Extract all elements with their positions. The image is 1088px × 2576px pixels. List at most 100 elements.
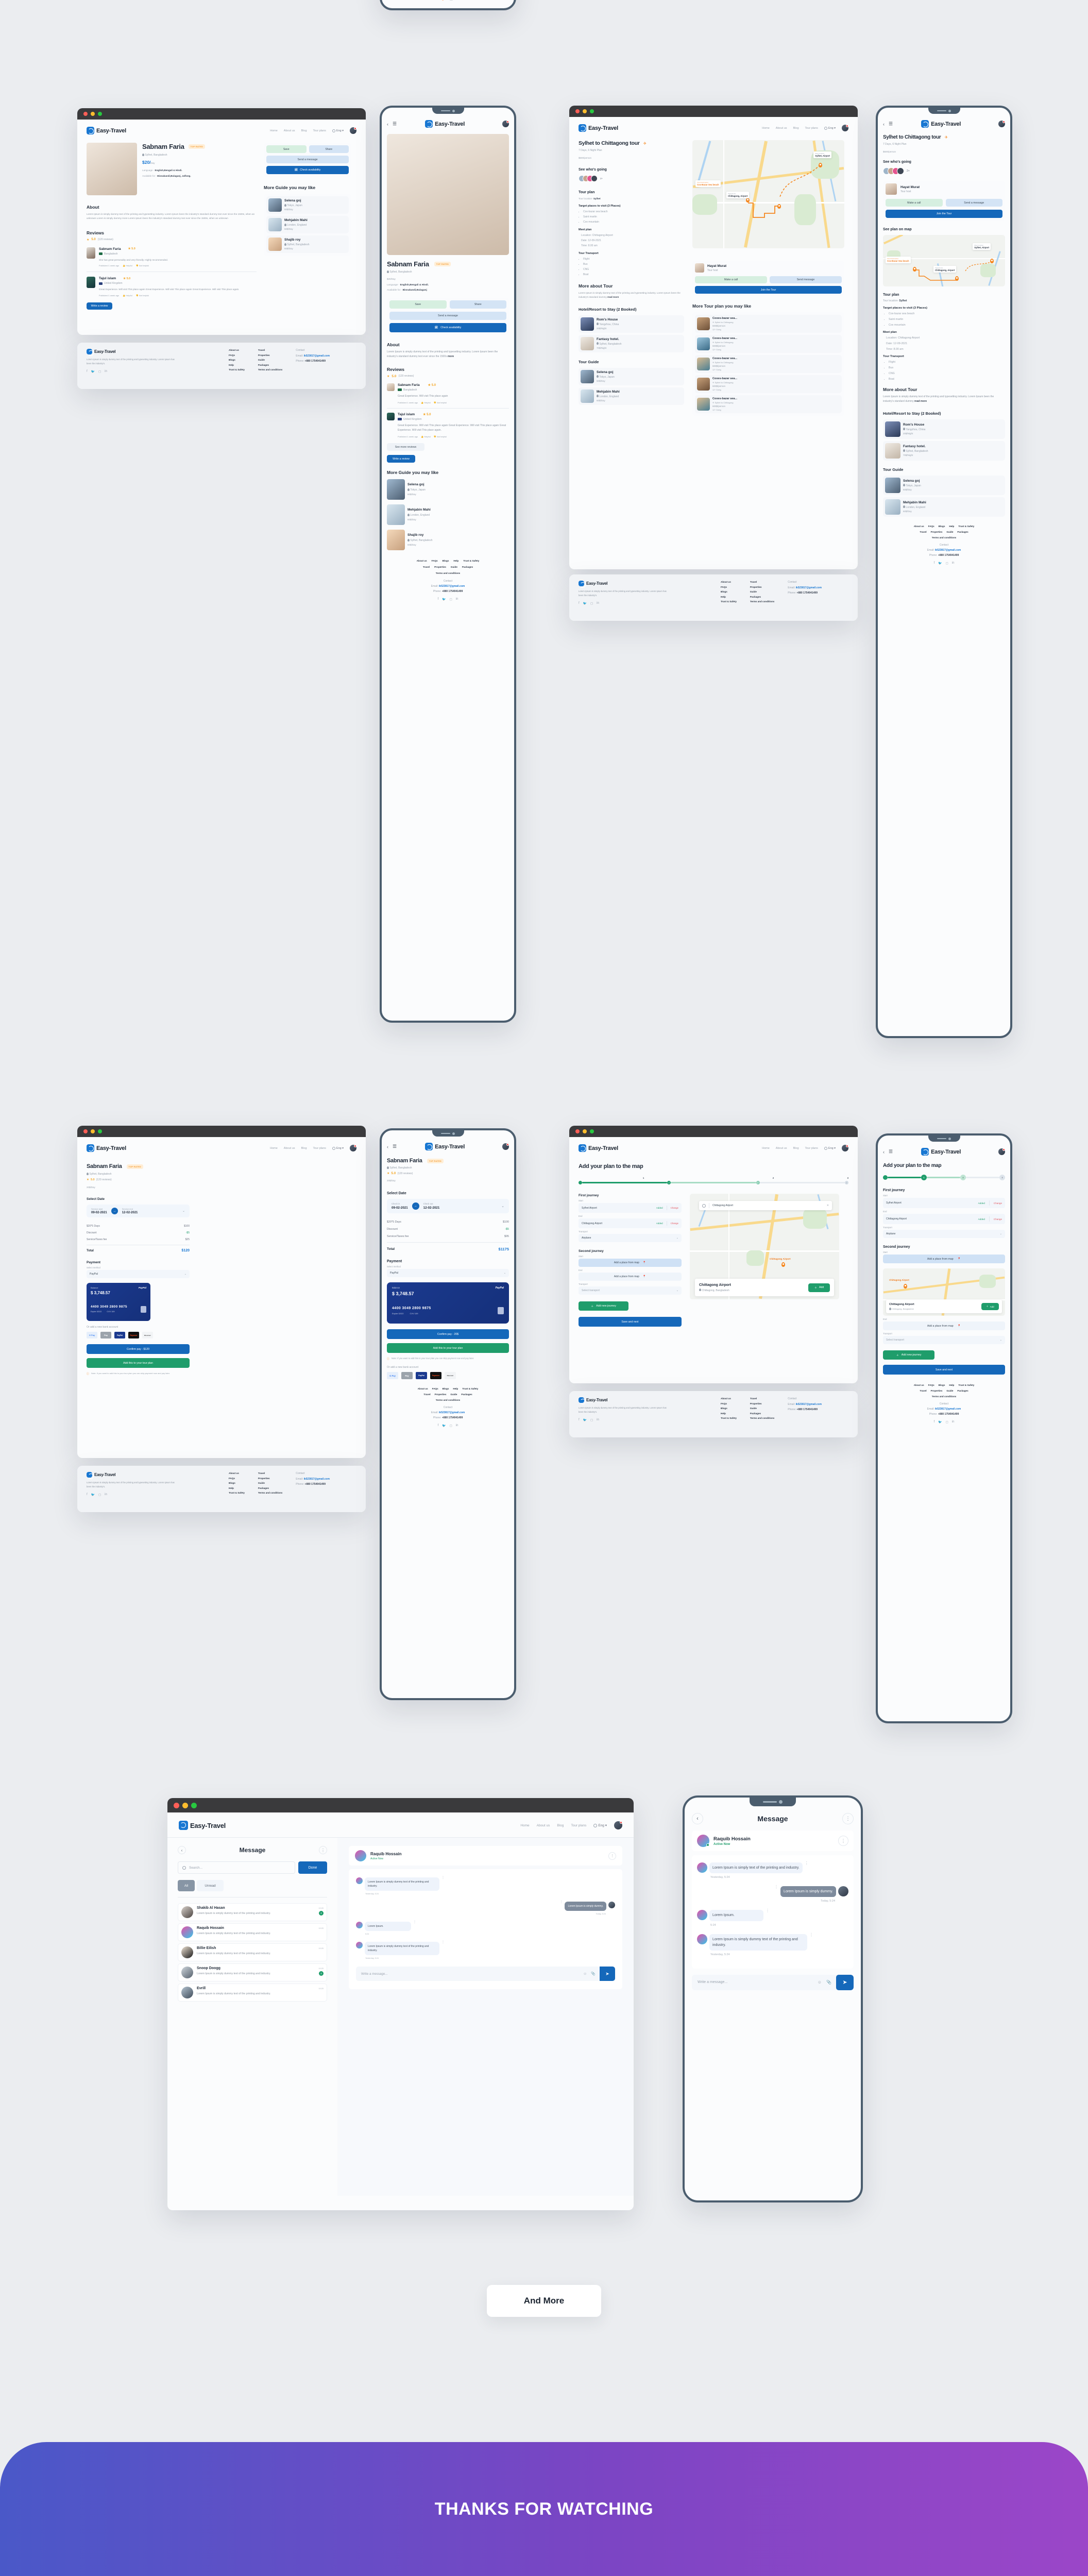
instagram-icon[interactable]: ◻ [590,602,593,605]
add-place-start-button[interactable]: Add a place from map 📍 [579,1259,682,1267]
step-node[interactable] [579,1181,582,1184]
chevron-down-icon[interactable]: ⌄ [182,1209,185,1213]
instagram-icon[interactable]: ◻ [590,1418,593,1422]
chevron-down-icon[interactable]: ⌄ [501,1204,504,1208]
step-node-1[interactable]: ✓ [667,1181,671,1184]
social-icons[interactable]: f 🐦 ◻ in [579,602,671,605]
brand-logo[interactable]: Easy-Travel [579,124,618,132]
nav-item-about[interactable]: About us [284,1147,295,1150]
list-item[interactable]: Selena goj Tokyo, Japan 60$/Day [579,367,684,385]
window-close-button[interactable] [174,1802,179,1808]
footer-link[interactable]: Properties [258,354,282,357]
footer-link-terms[interactable]: Terms and conditions [387,572,509,574]
footer-link[interactable]: Help [453,560,458,562]
footer-link-terms[interactable]: Terms and conditions [387,1399,509,1401]
footer-link[interactable]: Trust & Safety [958,525,974,528]
change-button[interactable]: Change [994,1202,1002,1205]
list-item[interactable]: Coxes-bazar sea... ✈ Sylhet to Chittagon… [695,315,842,333]
footer-link[interactable]: Blogs [721,590,737,593]
footer-link[interactable]: Guide [750,590,774,593]
window-maximize-button[interactable] [191,1802,197,1808]
more-options-icon[interactable]: ⋮ [842,1813,854,1824]
attachment-icon[interactable]: 📎 [591,1972,596,1976]
add-new-journey-button[interactable]: ＋ Add new journey [883,1350,934,1360]
message-options-icon[interactable]: ⋮ [809,1933,813,1937]
footer-link[interactable]: Guide [450,1393,457,1396]
footer-link[interactable]: Properties [258,1477,282,1480]
avatar[interactable] [502,1143,509,1150]
footer-link[interactable]: Travel [750,581,774,583]
send-icon[interactable]: ➤ [600,1967,615,1981]
attendee-avatars[interactable]: 2+ [883,167,1005,175]
facebook-icon[interactable]: f [934,1420,935,1424]
more-options-icon[interactable]: ⋮ [608,1852,616,1860]
facebook-icon[interactable]: f [87,370,88,374]
nav-item-blog[interactable]: Blog [301,1147,307,1150]
twitter-icon[interactable]: 🐦 [442,1424,446,1428]
list-item[interactable]: Rom's House Yangzhou, China 20$/Night [579,315,684,333]
tab-unread[interactable]: Unread [197,1880,224,1891]
message-options-icon[interactable]: ⋮ [805,1861,809,1866]
list-item[interactable]: Selena goj Tokyo, Japan 60$/Day [266,196,349,214]
footer-link[interactable]: Packages [258,364,282,366]
window-minimize-button[interactable] [182,1802,188,1808]
avatar[interactable] [614,1821,622,1829]
emoji-icon[interactable]: ☺ [583,1972,587,1976]
wallet-options[interactable]: G Pay Pay PayPal Payoneer Discover [87,1332,190,1338]
step-node-3[interactable]: ✓ [844,1181,848,1184]
save-button[interactable]: Save [266,145,307,153]
window-close-button[interactable] [575,1129,580,1133]
linkedin-icon[interactable]: in [105,1493,107,1497]
footer-link[interactable]: Travel [920,531,926,533]
applepay-icon[interactable]: Pay [401,1372,413,1379]
back-icon[interactable]: ‹ [387,122,388,127]
footer-link[interactable]: Blogs [229,1482,245,1484]
list-item[interactable]: Coxes-bazar sea... ✈ Sylhet to Chittagon… [695,335,842,353]
brand-logo[interactable]: Easy-Travel [579,1397,671,1404]
save-and-next-button[interactable]: Save and next [883,1365,1005,1375]
avatar[interactable] [350,127,356,134]
menu-icon[interactable]: ☰ [889,121,893,127]
footer-link[interactable]: Trust & Safety [721,1417,737,1419]
footer-link[interactable]: Properties [750,1402,774,1405]
social-icons[interactable]: f 🐦 ◻ in [579,1418,671,1422]
footer-link[interactable]: Help [721,1412,737,1415]
list-item[interactable]: Coxes-bazar sea... ✈ Sylhet to Chittagon… [695,375,842,393]
nav-item-home[interactable]: Home [520,1824,529,1827]
change-button[interactable]: Change [994,1218,1002,1221]
save-button[interactable]: Save [389,300,447,309]
write-review-button[interactable]: Write a review [87,302,112,310]
nav-item-about[interactable]: About us [284,129,295,132]
plan-map[interactable]: Chittagong Airport ✕ Chittagong Airport … [690,1194,839,1299]
brand-logo[interactable]: Easy-Travel [87,1144,126,1152]
avatar[interactable] [842,1145,848,1151]
footer-link[interactable]: Guide [258,359,282,361]
linkedin-icon[interactable]: in [105,370,107,374]
make-call-button[interactable]: Make a call [886,199,943,207]
message-options-icon[interactable]: ⋮ [441,1941,445,1943]
brand-logo[interactable]: Easy-Travel [179,1821,226,1830]
footer-link[interactable]: FAQs [721,586,737,588]
footer-link[interactable]: About us [417,560,427,562]
footer-link[interactable]: Trust & Safety [462,1387,478,1390]
social-icons[interactable]: f 🐦 ◻ in [883,562,1005,565]
applepay-icon[interactable]: Pay [100,1332,111,1338]
window-close-button[interactable] [83,1129,88,1133]
list-item[interactable]: Selena goj Tokyo, Japan 60$/Day [883,475,1005,495]
language-selector[interactable]: Eng ▾ [593,1823,607,1827]
helpful-button[interactable]: 👍 Helpful [421,435,431,438]
menu-icon[interactable]: ☰ [889,1149,893,1155]
date-range-picker[interactable]: Check in 09-02-2021 → Check out 12-02-20… [387,1199,509,1213]
transport-select-2[interactable]: Select transport ⌄ [883,1336,1005,1344]
join-tour-button[interactable]: Join the Tour [886,210,1002,218]
footer-link[interactable]: Blogs [443,1387,449,1390]
helpful-button[interactable]: 👍 Helpful [123,294,132,297]
footer-link[interactable]: Travel [750,1397,774,1400]
linkedin-icon[interactable]: in [456,1424,458,1428]
instagram-icon[interactable]: ◻ [946,1420,948,1424]
footer-link-terms[interactable]: Terms and conditions [883,536,1005,539]
footer-link[interactable]: Guide [451,566,457,568]
nav-item-tourplans[interactable]: Tour plans [313,1147,326,1150]
read-more-link[interactable]: read more [914,400,927,403]
brand-logo[interactable]: Easy-Travel [921,1148,961,1156]
